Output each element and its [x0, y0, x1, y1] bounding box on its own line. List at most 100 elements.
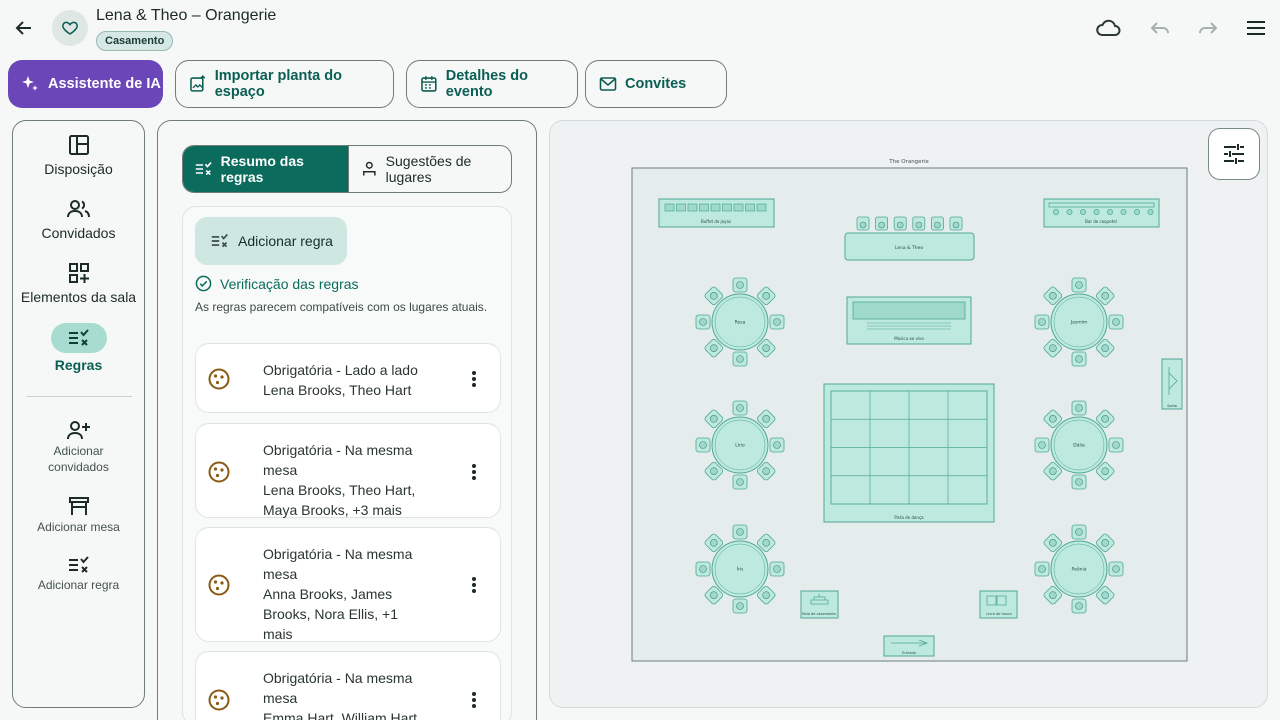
rail-active-indicator — [50, 323, 107, 353]
mail-icon — [599, 77, 617, 91]
floor-plan-canvas[interactable]: The Orangerie Buffet de joyas Lena & The… — [549, 120, 1268, 708]
chair[interactable] — [875, 216, 888, 231]
chair[interactable] — [732, 474, 748, 490]
rail-item-guests[interactable]: Convidados — [13, 197, 144, 241]
dance-floor[interactable]: Pista de dança — [823, 383, 995, 523]
cookie-icon — [208, 368, 230, 390]
rule-card[interactable]: Obrigatória - Na mesma mesa Anna Brooks, … — [195, 527, 501, 642]
chair[interactable] — [695, 314, 711, 330]
rule-card[interactable]: Obrigatória - Na mesma mesa Emma Hart, Wi… — [195, 651, 501, 720]
more-vert-icon — [472, 692, 476, 708]
chair[interactable] — [912, 216, 926, 231]
back-button[interactable] — [8, 12, 40, 44]
cloud-sync-button[interactable] — [1092, 14, 1124, 42]
gift-box — [676, 203, 686, 212]
sparkle-icon — [22, 76, 38, 91]
chair[interactable] — [856, 216, 870, 231]
chair[interactable] — [732, 598, 748, 614]
rule-menu-button[interactable] — [464, 573, 484, 597]
rail-divider — [26, 396, 132, 397]
chair[interactable] — [1108, 314, 1124, 330]
chair[interactable] — [1071, 474, 1087, 490]
chair[interactable] — [1071, 351, 1087, 367]
rail-item-layout[interactable]: Disposição — [13, 133, 144, 177]
invitations-button[interactable]: Convites — [585, 60, 727, 108]
add-rule-button[interactable]: Adicionar regra — [195, 217, 347, 265]
live-music-stage[interactable]: Música ao vivo — [846, 296, 972, 345]
favorite-button[interactable] — [52, 10, 88, 46]
rail-item-label: Convidados — [41, 225, 116, 241]
check-circle-icon — [195, 275, 212, 292]
tab-rules-summary[interactable]: Resumo das regras — [183, 146, 348, 192]
chair[interactable] — [1071, 598, 1087, 614]
tab-label: Resumo das regras — [220, 153, 304, 185]
table-label: Lírio — [735, 442, 745, 449]
chair[interactable] — [695, 561, 711, 577]
round-table[interactable]: Lírio — [695, 400, 785, 490]
quick-add-guests[interactable]: Adicionar convidados — [13, 419, 144, 475]
ai-assistant-label: Assistente de IA — [48, 76, 161, 92]
quick-add-table[interactable]: Adicionar mesa — [13, 495, 144, 535]
rule-people: Lena Brooks, Theo Hart, Maya Brooks, +3 … — [263, 482, 416, 518]
ai-assistant-button[interactable]: Assistente de IA — [8, 60, 163, 108]
chair[interactable] — [1108, 437, 1124, 453]
gift-boxes — [664, 203, 767, 212]
chair[interactable] — [949, 216, 963, 231]
rules-icon — [195, 162, 212, 176]
chair[interactable] — [1034, 437, 1050, 453]
undo-button[interactable] — [1146, 14, 1174, 42]
chair[interactable] — [732, 524, 748, 540]
people-icon — [66, 200, 90, 218]
element-label: Buffet de joyas — [701, 219, 731, 224]
tab-seat-suggestions[interactable]: Sugestões de lugares — [348, 146, 511, 192]
event-details-button[interactable]: Detalhes do evento — [406, 60, 578, 108]
main-menu-button[interactable] — [1242, 14, 1270, 42]
round-table[interactable]: Peônia — [1034, 524, 1124, 614]
gift-table[interactable]: Buffet de joyas — [658, 198, 775, 228]
exit-door[interactable]: Saída — [1161, 358, 1183, 410]
rule-text: Obrigatória - Na mesma mesa Anna Brooks, … — [263, 544, 413, 644]
round-table[interactable]: Jasmim — [1034, 277, 1124, 367]
chair[interactable] — [769, 561, 785, 577]
guestbook-table[interactable]: Livro de honra — [979, 590, 1018, 619]
chair[interactable] — [769, 314, 785, 330]
round-table[interactable]: Rosa — [695, 277, 785, 367]
rail-item-label: Regras — [54, 357, 103, 373]
chair[interactable] — [732, 277, 748, 293]
chair[interactable] — [769, 437, 785, 453]
entrance-door[interactable]: Entrada — [883, 635, 935, 657]
cake-table[interactable]: Bolo de casamento — [800, 590, 839, 619]
redo-button[interactable] — [1194, 14, 1222, 42]
venue-name: The Orangerie — [888, 159, 929, 165]
rule-menu-button[interactable] — [464, 460, 484, 484]
round-table[interactable]: Íris — [695, 524, 785, 614]
floor-plan-svg[interactable]: The Orangerie Buffet de joyas Lena & The… — [550, 121, 1268, 708]
quick-add-rule[interactable]: Adicionar regra — [13, 555, 144, 593]
chair[interactable] — [695, 437, 711, 453]
round-table[interactable]: Dália — [1034, 400, 1124, 490]
chair[interactable] — [931, 216, 944, 231]
chair[interactable] — [1108, 561, 1124, 577]
element-label: Lena & Theo — [895, 245, 924, 251]
chair[interactable] — [1034, 314, 1050, 330]
chair[interactable] — [893, 216, 907, 231]
chair[interactable] — [1071, 277, 1087, 293]
import-floorplan-button[interactable]: Importar planta do espaço — [175, 60, 394, 108]
rail-item-room-elements[interactable]: Elementos da sala — [13, 261, 144, 305]
chair[interactable] — [1071, 400, 1087, 416]
rule-card[interactable]: Obrigatória - Na mesma mesa Lena Brooks, … — [195, 423, 501, 518]
chair[interactable] — [1071, 524, 1087, 540]
element-label: Pista de dança — [894, 515, 924, 520]
rule-menu-button[interactable] — [464, 367, 484, 391]
rule-card[interactable]: Obrigatória - Lado a lado Lena Brooks, Th… — [195, 343, 501, 413]
chair[interactable] — [1034, 561, 1050, 577]
canvas-settings-button[interactable] — [1208, 128, 1260, 180]
chair[interactable] — [732, 400, 748, 416]
cocktail-bar[interactable]: Bar de coquetel — [1043, 198, 1160, 228]
rule-menu-button[interactable] — [464, 688, 484, 712]
chair[interactable] — [732, 351, 748, 367]
rail-item-rules[interactable]: Regras — [13, 323, 144, 373]
bar-stool — [1093, 209, 1100, 215]
top-bar: Lena & Theo – Orangerie Casamento — [0, 0, 1280, 56]
cookie-icon — [208, 461, 230, 483]
